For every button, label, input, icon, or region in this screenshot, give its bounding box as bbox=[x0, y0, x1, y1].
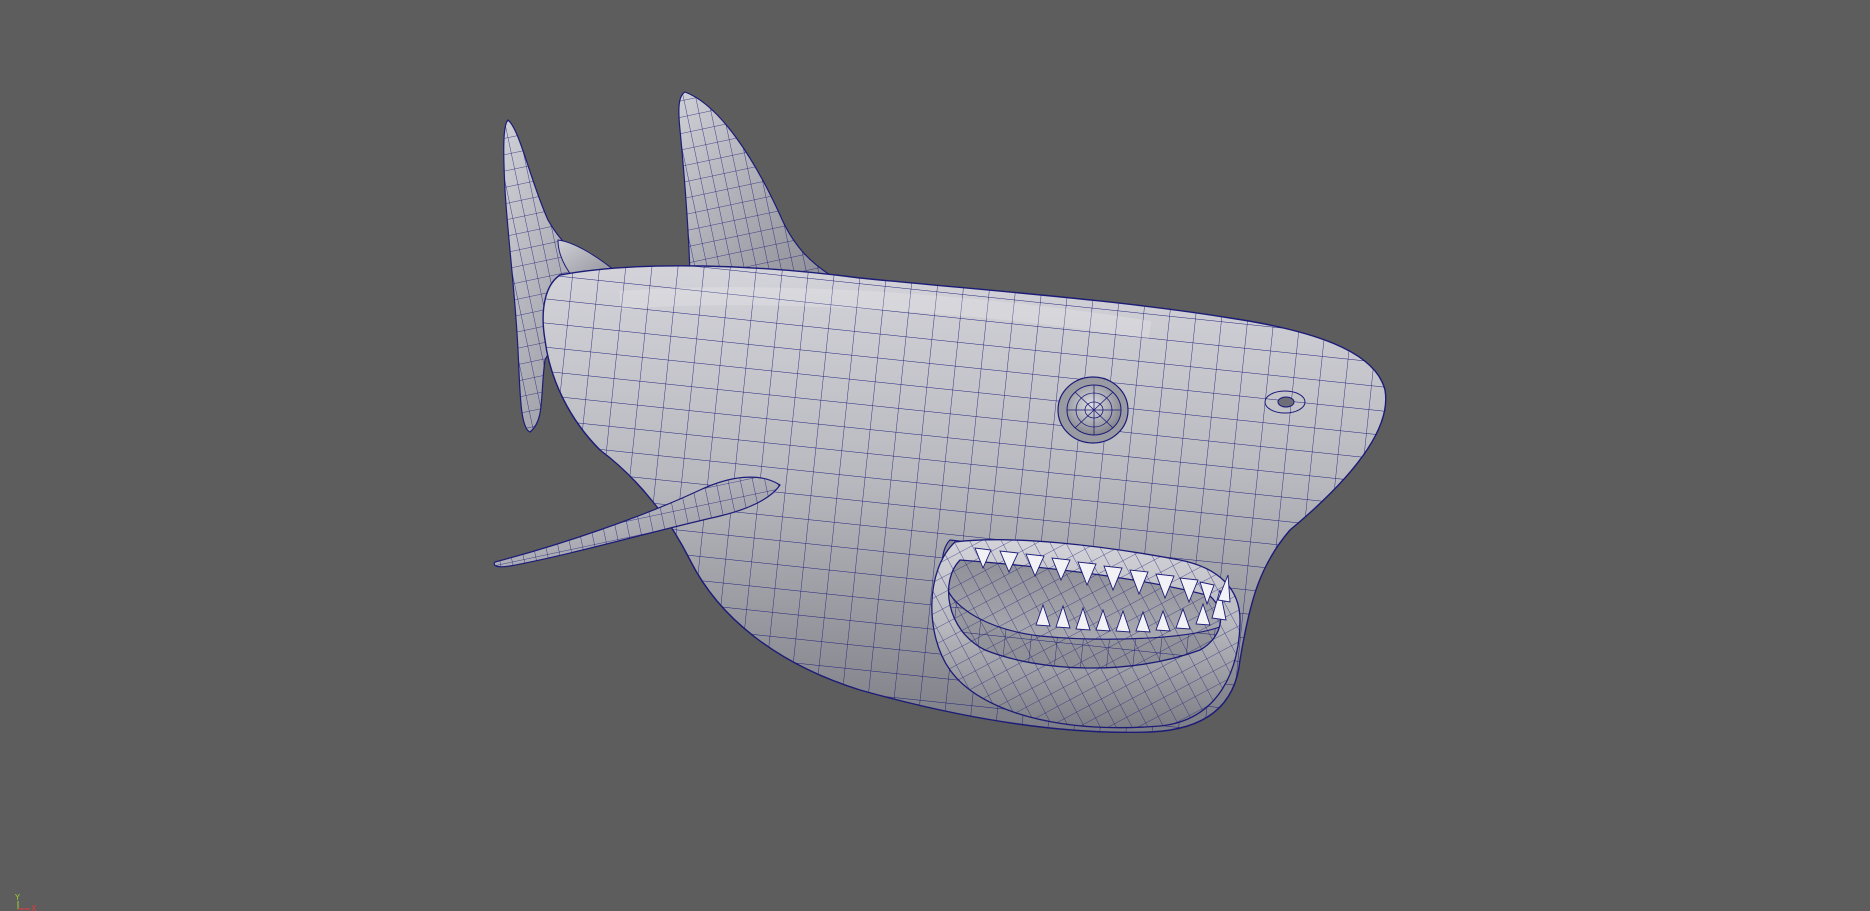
y-axis-label: Y bbox=[14, 893, 20, 902]
shark-model[interactable] bbox=[0, 0, 1870, 911]
x-axis-label: X bbox=[31, 904, 37, 911]
3d-viewport[interactable]: Y X bbox=[0, 0, 1870, 911]
dorsal-fin[interactable] bbox=[670, 85, 840, 295]
axis-gizmo: Y X bbox=[14, 893, 37, 911]
eye[interactable] bbox=[1057, 376, 1129, 444]
